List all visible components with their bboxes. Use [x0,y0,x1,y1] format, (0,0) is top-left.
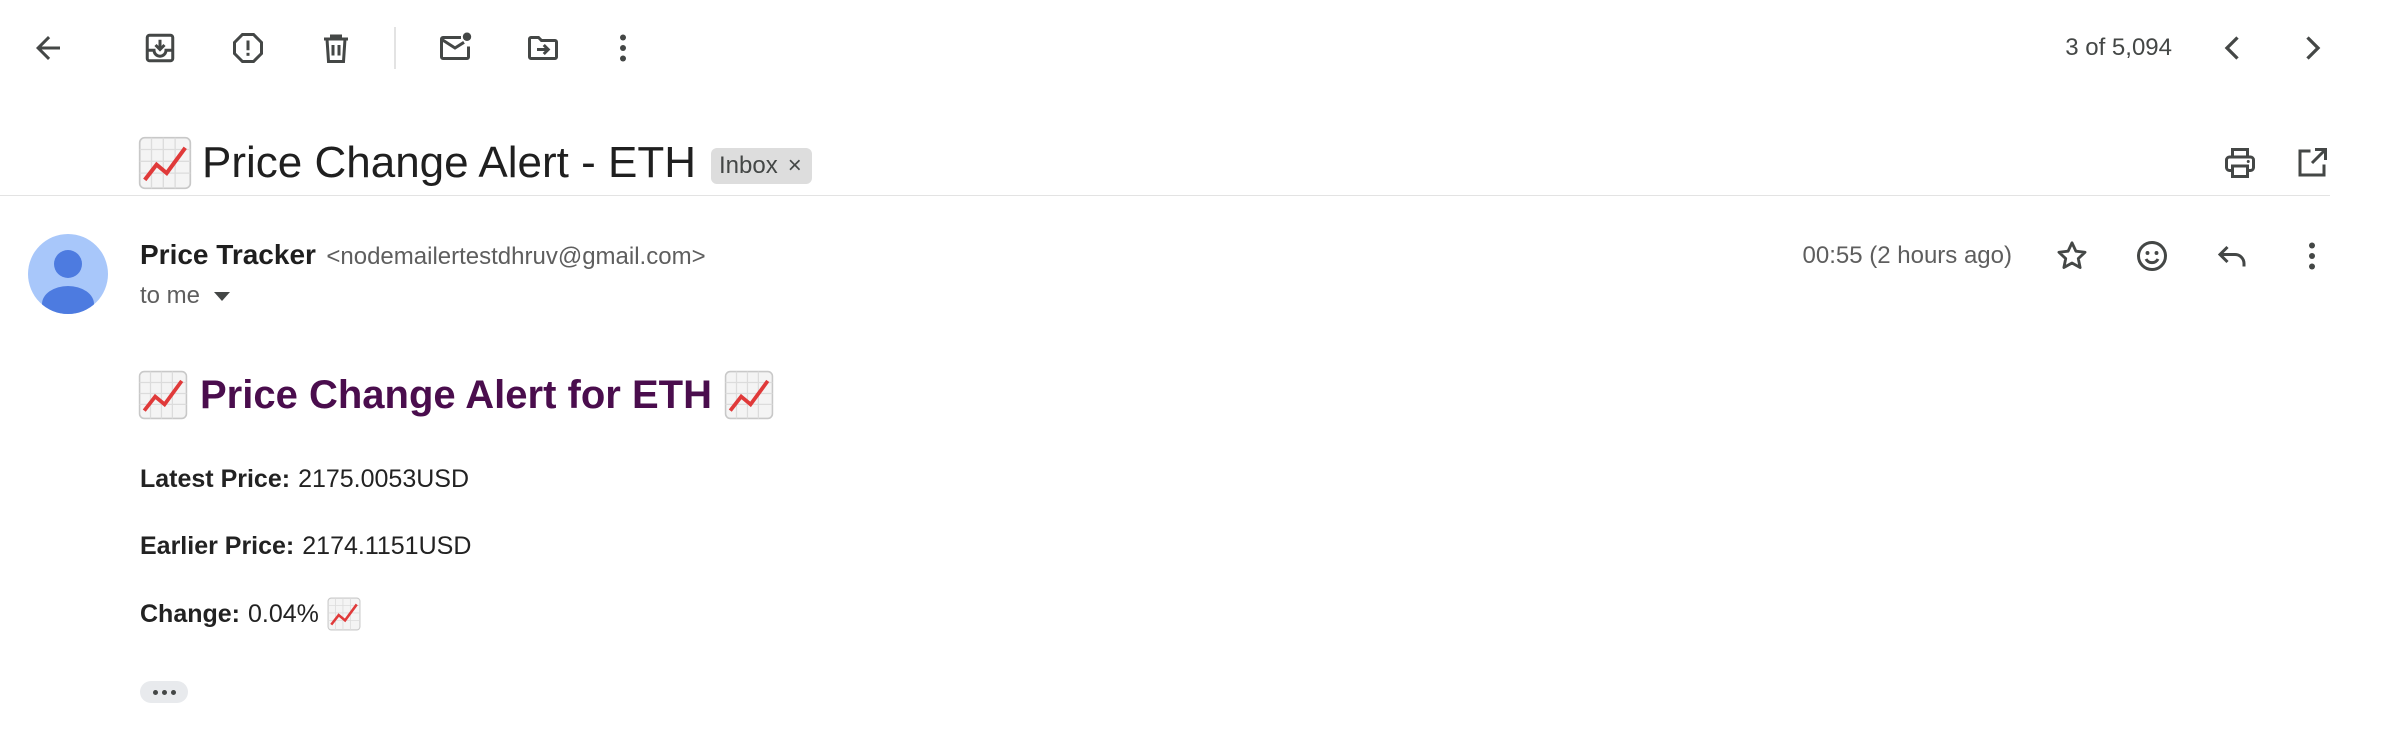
change-line: Change: 0.04% [140,597,361,631]
earlier-price-label: Earlier Price: [140,532,295,560]
ellipsis-dot [170,689,176,695]
ellipsis-dot [161,689,167,695]
earlier-price-line: Earlier Price: 2174.1151USD [140,529,471,563]
newer-button[interactable] [2205,20,2261,76]
add-reaction-button[interactable] [2124,228,2180,284]
reply-icon [2217,245,2246,267]
archive-button[interactable] [132,20,188,76]
inbox-label-chip[interactable]: Inbox × [711,148,812,184]
older-button[interactable] [2284,20,2340,76]
move-to-folder-icon [528,36,558,60]
report-spam-icon [233,33,263,63]
recipient-line: to me [140,280,231,312]
mark-unread-icon [440,32,472,60]
latest-price-value: 2175.0053USD [298,465,470,493]
message-timestamp: 00:55 (2 hours ago) [1802,242,2012,269]
change-value: 0.04% [248,600,319,628]
alert-heading-text: Price Change Alert for ETH [200,373,712,417]
chevron-left-icon [2224,36,2239,60]
report-spam-button[interactable] [220,20,276,76]
emoji-icon [2137,241,2167,271]
more-vertical-icon [2309,242,2315,270]
change-label: Change: [140,600,240,628]
show-trimmed-content-button[interactable] [140,681,188,703]
back-button[interactable] [20,20,76,76]
chevron-right-icon [2306,36,2321,60]
ellipsis-dot [152,689,158,695]
label-text: Inbox [719,152,778,179]
show-details-caret-icon[interactable] [214,291,231,301]
open-in-new-icon [2298,148,2327,177]
more-actions-button[interactable] [595,20,651,76]
move-to-button[interactable] [515,20,571,76]
alert-heading: Price Change Alert for ETH [138,370,774,420]
chart-increasing-emoji-icon [327,597,361,631]
message-more-button[interactable] [2284,228,2340,284]
star-icon [2057,241,2087,269]
reply-button[interactable] [2204,228,2260,284]
latest-price-line: Latest Price: 2175.0053USD [140,462,469,496]
open-new-window-button[interactable] [2284,135,2340,191]
sender-avatar[interactable] [28,234,108,314]
print-button[interactable] [2212,135,2268,191]
email-view: 3 of 5,094 Price Change Alert - ETH Inbo… [0,0,2392,748]
chart-increasing-emoji-icon [138,370,188,420]
recipient-text: to me [140,282,201,309]
sender-line: Price Tracker <nodemailertestdhruv@gmail… [140,238,706,277]
subject-divider [0,195,2330,196]
toolbar-divider [394,27,396,69]
arrow-left-icon [36,36,60,60]
star-button[interactable] [2044,228,2100,284]
chart-increasing-emoji-icon [724,370,774,420]
earlier-price-value: 2174.1151USD [302,532,472,560]
delete-button[interactable] [308,20,364,76]
sender-email: <nodemailertestdhruv@gmail.com> [326,243,706,270]
sender-name[interactable]: Price Tracker [140,239,316,270]
mark-unread-button[interactable] [427,20,483,76]
more-vertical-icon [620,34,626,62]
chart-increasing-emoji-icon [138,136,192,190]
latest-price-label: Latest Price: [140,465,291,493]
remove-label-button[interactable]: × [788,154,802,178]
email-subject: Price Change Alert - ETH [202,138,696,187]
print-icon [2225,148,2255,178]
pagination-count: 3 of 5,094 [2065,34,2172,61]
archive-icon [145,33,175,63]
trash-icon [324,34,348,63]
person-icon [42,250,94,314]
